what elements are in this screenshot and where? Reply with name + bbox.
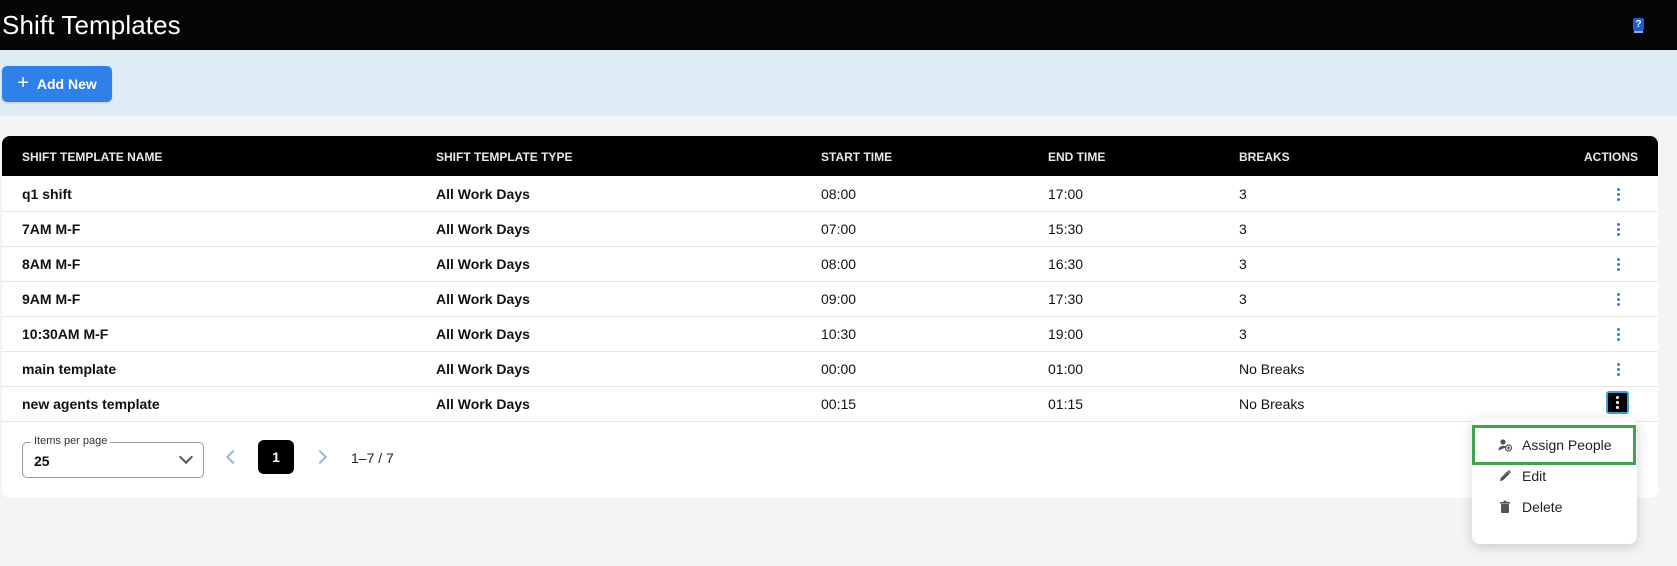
table-row: new agents template All Work Days 00:15 … — [2, 386, 1658, 422]
assign-person-icon — [1498, 438, 1513, 452]
cell-start-time: 00:15 — [821, 396, 857, 412]
shift-templates-table: SHIFT TEMPLATE NAME SHIFT TEMPLATE TYPE … — [2, 136, 1658, 498]
plus-icon: + — [17, 72, 29, 94]
cell-end-time: 01:15 — [1048, 396, 1084, 412]
help-book-icon[interactable]: ? — [1633, 18, 1644, 33]
menu-item-label: Delete — [1522, 499, 1563, 515]
items-per-page-select[interactable]: Items per page 25 — [22, 435, 204, 478]
cell-end-time: 15:30 — [1048, 221, 1084, 237]
menu-item-delete[interactable]: Delete — [1472, 492, 1637, 522]
cell-template-type: All Work Days — [436, 361, 530, 377]
row-actions-menu: Assign People Edit Delete — [1472, 418, 1637, 544]
toolbar: + Add New — [0, 50, 1677, 116]
cell-template-name: 8AM M-F — [22, 256, 81, 272]
cell-start-time: 00:00 — [821, 361, 857, 377]
cell-start-time: 10:30 — [821, 326, 857, 342]
cell-template-type: All Work Days — [436, 186, 530, 202]
menu-item-edit[interactable]: Edit — [1472, 461, 1637, 491]
cell-end-time: 17:00 — [1048, 186, 1084, 202]
table-header: SHIFT TEMPLATE NAME SHIFT TEMPLATE TYPE … — [2, 136, 1658, 176]
cell-breaks: No Breaks — [1239, 361, 1305, 377]
pencil-icon — [1498, 469, 1512, 483]
cell-breaks: 3 — [1239, 291, 1247, 307]
menu-item-label: Assign People — [1522, 437, 1612, 453]
cell-breaks: 3 — [1239, 326, 1247, 342]
row-actions-kebab-icon[interactable] — [1608, 184, 1628, 204]
cell-breaks: 3 — [1239, 186, 1247, 202]
table-row: 7AM M-F All Work Days 07:00 15:30 3 — [2, 211, 1658, 247]
table-row: 10:30AM M-F All Work Days 10:30 19:00 3 — [2, 316, 1658, 352]
add-new-label: Add New — [36, 76, 97, 92]
cell-end-time: 17:30 — [1048, 291, 1084, 307]
column-header-start-time[interactable]: START TIME — [821, 150, 892, 164]
cell-template-type: All Work Days — [436, 326, 530, 342]
table-row: q1 shift All Work Days 08:00 17:00 3 — [2, 176, 1658, 212]
cell-template-type: All Work Days — [436, 256, 530, 272]
add-new-button[interactable]: + Add New — [2, 66, 112, 102]
row-actions-kebab-icon[interactable] — [1608, 324, 1628, 344]
cell-start-time: 08:00 — [821, 256, 857, 272]
table-row: 9AM M-F All Work Days 09:00 17:30 3 — [2, 281, 1658, 317]
row-actions-kebab-icon[interactable] — [1608, 359, 1628, 379]
menu-item-assign-people[interactable]: Assign People — [1472, 430, 1637, 460]
cell-template-type: All Work Days — [436, 221, 530, 237]
cell-breaks: No Breaks — [1239, 396, 1305, 412]
column-header-name[interactable]: SHIFT TEMPLATE NAME — [22, 150, 162, 164]
cell-start-time: 08:00 — [821, 186, 857, 202]
row-actions-kebab-icon[interactable] — [1608, 219, 1628, 239]
cell-start-time: 09:00 — [821, 291, 857, 307]
cell-template-name: q1 shift — [22, 186, 72, 202]
column-header-actions: ACTIONS — [1584, 150, 1638, 164]
previous-page-chevron-icon[interactable] — [225, 449, 241, 465]
cell-breaks: 3 — [1239, 256, 1247, 272]
top-bar: Shift Templates ? — [0, 0, 1677, 50]
cell-template-name: main template — [22, 361, 117, 377]
cell-template-name: 7AM M-F — [22, 221, 81, 237]
cell-start-time: 07:00 — [821, 221, 857, 237]
cell-end-time: 16:30 — [1048, 256, 1084, 272]
page-title: Shift Templates — [2, 9, 181, 40]
cell-breaks: 3 — [1239, 221, 1247, 237]
chevron-down-icon — [178, 449, 194, 465]
next-page-chevron-icon[interactable] — [312, 449, 328, 465]
column-header-type[interactable]: SHIFT TEMPLATE TYPE — [436, 150, 572, 164]
column-header-breaks[interactable]: BREAKS — [1239, 150, 1290, 164]
items-per-page-label: Items per page — [31, 435, 111, 447]
cell-template-type: All Work Days — [436, 396, 530, 412]
cell-end-time: 01:00 — [1048, 361, 1084, 377]
cell-template-name: new agents template — [22, 396, 160, 412]
pagination-range: 1–7 / 7 — [351, 450, 394, 466]
items-per-page-value: 25 — [34, 453, 50, 469]
column-header-end-time[interactable]: END TIME — [1048, 150, 1105, 164]
cell-template-name: 9AM M-F — [22, 291, 81, 307]
table-row: main template All Work Days 00:00 01:00 … — [2, 351, 1658, 387]
table-row: 8AM M-F All Work Days 08:00 16:30 3 — [2, 246, 1658, 282]
menu-item-label: Edit — [1522, 468, 1547, 484]
cell-end-time: 19:00 — [1048, 326, 1084, 342]
cell-template-name: 10:30AM M-F — [22, 326, 109, 342]
row-actions-kebab-icon-active[interactable] — [1606, 391, 1629, 414]
trash-icon — [1498, 500, 1512, 514]
page-number-button[interactable]: 1 — [258, 440, 294, 474]
pagination: Items per page 25 1 1–7 / 7 — [2, 422, 1658, 498]
cell-template-type: All Work Days — [436, 291, 530, 307]
row-actions-kebab-icon[interactable] — [1608, 254, 1628, 274]
row-actions-kebab-icon[interactable] — [1608, 289, 1628, 309]
